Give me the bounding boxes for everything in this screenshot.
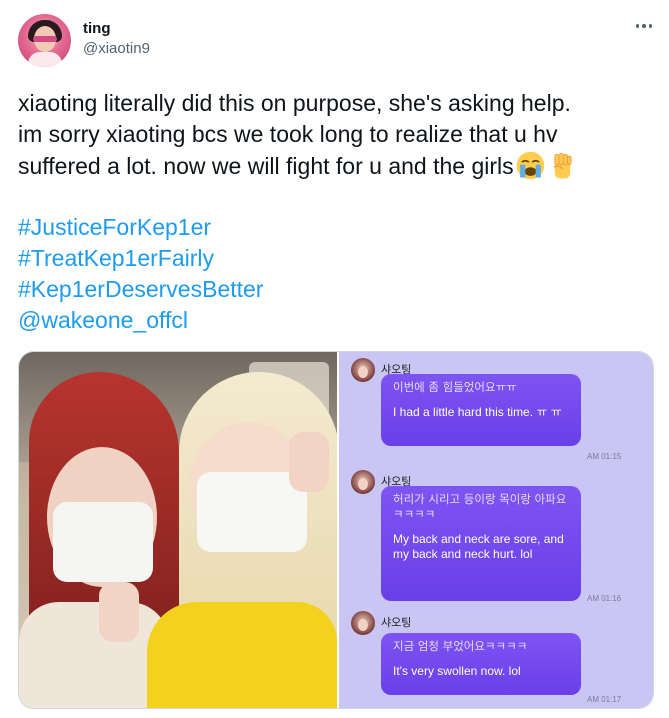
sender-name: 샤오팅: [381, 616, 412, 629]
hashtag-treat-kep1er-fairly[interactable]: #TreatKep1erFairly: [18, 243, 263, 274]
chat-bubble: 지금 엄청 부었어요ㅋㅋㅋㅋ It's very swollen now. lo…: [381, 633, 581, 695]
message-english: My back and neck are sore, and my back a…: [393, 532, 564, 561]
raised-fist-emoji: [547, 150, 578, 181]
profile-avatar[interactable]: [18, 14, 71, 67]
message-time: AM 01:15: [587, 452, 622, 461]
loudly-crying-face-emoji: [515, 150, 546, 181]
sender-avatar: [351, 611, 375, 635]
sender-avatar: [351, 470, 375, 494]
message-time: AM 01:16: [587, 594, 622, 603]
sender-avatar: [351, 358, 375, 382]
message-korean: 이번에 좀 힘들었어요ㅠㅠ: [393, 380, 517, 394]
mention-wakeone[interactable]: @wakeone_offcl: [18, 305, 263, 336]
hashtag-kep1er-deserves-better[interactable]: #Kep1erDeservesBetter: [18, 274, 263, 305]
tweet-hashtags: #JusticeForKep1er #TreatKep1erFairly #Ke…: [18, 212, 263, 336]
chat-message-2: 샤오팅 허리가 시리고 등이랑 목이랑 아파요ㅋㅋㅋㅋ My back and …: [351, 470, 651, 606]
selfie-photo[interactable]: [19, 352, 337, 708]
chat-bubble: 이번에 좀 힘들었어요ㅠㅠ I had a little hard this t…: [381, 374, 581, 446]
chat-screenshot: 샤오팅 이번에 좀 힘들었어요ㅠㅠ I had a little hard th…: [339, 352, 653, 708]
user-handle[interactable]: @xiaotin9: [83, 40, 150, 57]
more-horizontal-icon[interactable]: [630, 16, 658, 36]
message-korean: 허리가 시리고 등이랑 목이랑 아파요ㅋㅋㅋㅋ: [393, 492, 567, 521]
message-korean: 지금 엄청 부었어요ㅋㅋㅋㅋ: [393, 639, 528, 653]
tweet-line-3-text: suffered a lot. now we will fight for u …: [18, 153, 514, 179]
tweet-media: 샤오팅 이번에 좀 힘들었어요ㅠㅠ I had a little hard th…: [18, 351, 654, 709]
message-english: I had a little hard this time. ㅠ ㅠ: [393, 405, 562, 419]
more-dot: [648, 24, 653, 28]
chat-message-1: 샤오팅 이번에 좀 힘들었어요ㅠㅠ I had a little hard th…: [351, 358, 651, 468]
tweet-line-1: xiaoting literally did this on purpose, …: [18, 90, 571, 116]
chat-message-3: 샤오팅 지금 엄청 부었어요ㅋㅋㅋㅋ It's very swollen now…: [351, 611, 651, 707]
message-time: AM 01:17: [587, 695, 622, 704]
message-english: It's very swollen now. lol: [393, 664, 521, 678]
tweet-line-3: suffered a lot. now we will fight for u …: [18, 150, 658, 182]
chat-bubble: 허리가 시리고 등이랑 목이랑 아파요ㅋㅋㅋㅋ My back and neck…: [381, 486, 581, 601]
tweet-line-2: im sorry xiaoting bcs we took long to re…: [18, 121, 558, 147]
avatar-body: [28, 52, 62, 67]
tweet-text: xiaoting literally did this on purpose, …: [18, 88, 658, 182]
avatar-glasses: [33, 36, 57, 42]
more-dot: [635, 24, 640, 28]
display-name[interactable]: ting: [83, 20, 111, 37]
hashtag-justice-for-kep1er[interactable]: #JusticeForKep1er: [18, 212, 263, 243]
more-dot: [642, 24, 646, 28]
